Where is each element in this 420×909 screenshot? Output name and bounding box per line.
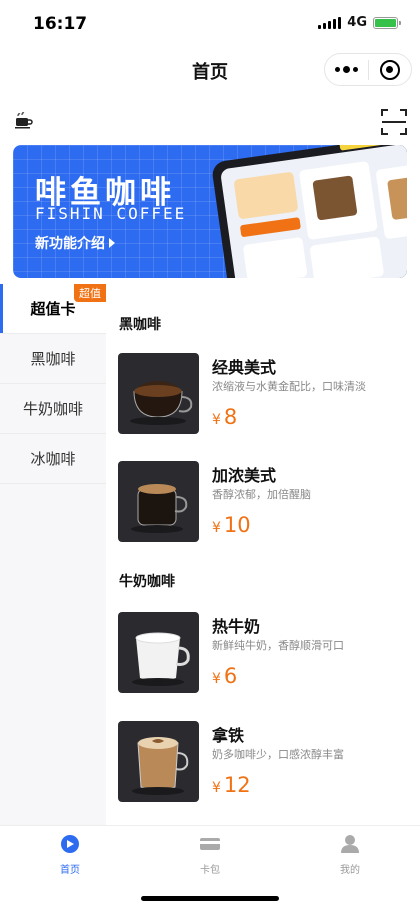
product-desc: 新鲜纯牛奶，香醇顺滑可口 <box>212 639 344 652</box>
product-desc: 香醇浓郁，加倍醒脑 <box>212 488 311 501</box>
network-label: 4G <box>347 15 367 30</box>
product-image <box>118 461 199 542</box>
user-icon <box>341 835 359 853</box>
value-badge: 超值 <box>74 284 106 302</box>
category-sidebar: 超值卡 超值 黑咖啡 牛奶咖啡 冰咖啡 <box>0 284 106 825</box>
feature-intro-label: 新功能介绍 <box>35 236 105 252</box>
status-indicators: 4G <box>318 15 401 30</box>
signal-icon <box>318 16 342 29</box>
tab-label: 卡包 <box>200 865 220 876</box>
currency-symbol: ¥ <box>212 412 221 428</box>
miniprogram-capsule <box>324 53 412 86</box>
currency-symbol: ¥ <box>212 671 221 687</box>
price-value: 12 <box>223 773 251 797</box>
product-image <box>118 353 199 434</box>
price-value: 8 <box>223 405 238 429</box>
product-image <box>118 721 199 802</box>
product-name: 热牛奶 <box>212 617 261 636</box>
sidebar-item-value-card[interactable]: 超值卡 超值 <box>0 284 106 334</box>
product-price: ¥ 10 <box>212 513 251 537</box>
section-title-black-coffee: 黑咖啡 <box>119 317 161 333</box>
close-button[interactable] <box>369 54 412 85</box>
nav-bar: 首页 <box>0 48 420 94</box>
coffee-cup-icon[interactable] <box>14 110 34 130</box>
product-desc: 奶多咖啡少，口感浓醇丰富 <box>212 748 344 761</box>
currency-symbol: ¥ <box>212 780 221 796</box>
sidebar-item-label: 牛奶咖啡 <box>22 400 83 418</box>
sidebar-item-label: 黑咖啡 <box>30 350 76 368</box>
product-card[interactable]: 热牛奶 新鲜纯牛奶，香醇顺滑可口 ¥ 6 <box>118 612 408 694</box>
battery-icon <box>373 16 401 29</box>
product-name: 加浓美式 <box>212 466 277 485</box>
product-desc: 浓缩液与水黄金配比，口味清淡 <box>212 380 366 393</box>
more-button[interactable] <box>325 54 368 85</box>
home-indicator <box>141 896 279 901</box>
product-list: 黑咖啡 经典美式 浓缩液与水黄金配比，口味清淡 ¥ 8 加浓美式 香醇浓郁，加倍… <box>106 284 420 825</box>
home-icon <box>61 835 79 853</box>
target-icon <box>379 59 400 80</box>
double-americano-cup-image <box>131 484 188 533</box>
sidebar-item-iced-coffee[interactable]: 冰咖啡 <box>0 434 106 484</box>
product-card[interactable]: 加浓美式 香醇浓郁，加倍醒脑 ¥ 10 <box>118 461 408 543</box>
price-value: 10 <box>223 513 251 537</box>
tab-label: 首页 <box>60 865 80 876</box>
feature-intro-link[interactable]: 新功能介绍 <box>35 233 115 253</box>
sidebar-item-label: 冰咖啡 <box>30 450 76 468</box>
arrow-right-icon <box>109 238 115 248</box>
product-image <box>118 612 199 693</box>
promo-banner[interactable]: 啡鱼咖啡 FISHIN COFFEE 新功能介绍 <box>13 145 407 278</box>
more-icon <box>334 66 358 73</box>
scan-icon[interactable] <box>380 108 408 136</box>
price-value: 6 <box>223 664 238 688</box>
americano-cup-image <box>130 381 193 425</box>
product-price: ¥ 6 <box>212 664 237 688</box>
tab-card-wallet[interactable]: 卡包 <box>175 834 245 876</box>
product-price: ¥ 8 <box>212 405 237 429</box>
sidebar-item-label: 超值卡 <box>30 300 76 318</box>
hot-milk-cup-image <box>132 632 190 686</box>
section-title-milk-coffee: 牛奶咖啡 <box>119 574 175 590</box>
phone-illustration <box>212 145 407 278</box>
currency-symbol: ¥ <box>212 520 221 536</box>
status-time: 16:17 <box>33 14 88 34</box>
product-price: ¥ 12 <box>212 773 251 797</box>
tab-label: 我的 <box>340 865 360 876</box>
sidebar-item-black-coffee[interactable]: 黑咖啡 <box>0 334 106 384</box>
tab-home[interactable]: 首页 <box>35 834 105 876</box>
product-name: 经典美式 <box>212 358 277 377</box>
product-name: 拿铁 <box>212 726 245 745</box>
status-bar: 16:17 4G <box>0 0 420 48</box>
banner-subtitle: FISHIN COFFEE <box>35 204 187 223</box>
card-icon <box>200 838 220 850</box>
tab-profile[interactable]: 我的 <box>315 834 385 876</box>
sidebar-item-milk-coffee[interactable]: 牛奶咖啡 <box>0 384 106 434</box>
product-card[interactable]: 经典美式 浓缩液与水黄金配比，口味清淡 ¥ 8 <box>118 353 408 435</box>
latte-cup-image <box>132 737 189 795</box>
product-card[interactable]: 拿铁 奶多咖啡少，口感浓醇丰富 ¥ 12 <box>118 721 408 803</box>
